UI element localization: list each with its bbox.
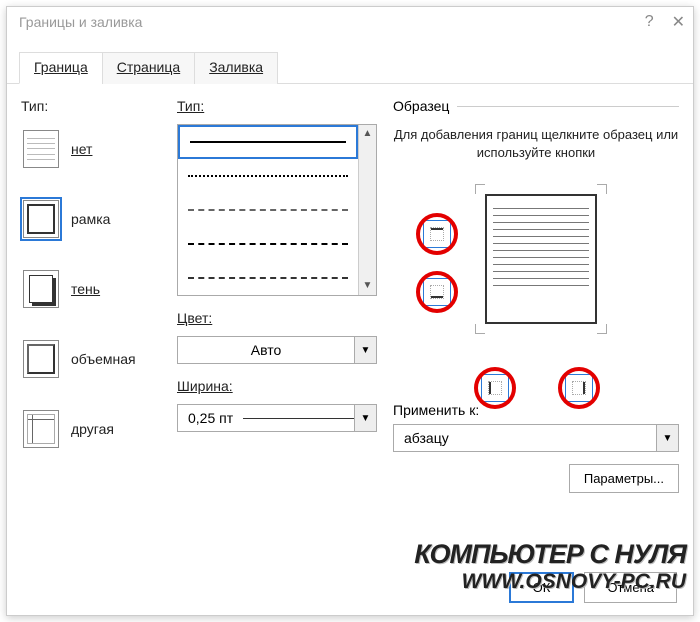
width-value: 0,25 пт [188, 410, 233, 426]
corner-mark [597, 324, 607, 334]
line-style-dashed-large[interactable] [178, 227, 358, 261]
apply-to-label: Применить к: [393, 402, 679, 418]
preset-custom-icon [23, 410, 59, 448]
preset-3d-icon [23, 340, 59, 378]
tab-fill[interactable]: Заливка [194, 52, 278, 84]
border-left-button[interactable] [481, 374, 509, 402]
close-icon[interactable]: ✕ [672, 12, 685, 32]
setting-column: Тип: нет рамка тень [21, 98, 161, 548]
cancel-button[interactable]: Отмена [584, 572, 677, 603]
line-style-dotted[interactable] [178, 159, 358, 193]
width-label: Ширина: [177, 378, 377, 394]
ok-button[interactable]: ОК [509, 572, 575, 603]
preset-3d[interactable]: объемная [21, 334, 161, 390]
style-scrollbar[interactable]: ▲ ▼ [358, 125, 376, 295]
preset-none[interactable]: нет [21, 124, 161, 180]
color-dropdown-icon[interactable]: ▼ [354, 337, 376, 363]
color-combo[interactable]: Авто ▼ [177, 336, 377, 364]
preset-none-label: нет [71, 141, 92, 157]
preset-shadow-icon [23, 270, 59, 308]
divider [457, 106, 679, 107]
border-bottom-button[interactable] [423, 278, 451, 306]
preview-label: Образец [393, 98, 449, 114]
color-value: Авто [178, 337, 354, 363]
style-label: Тип: [177, 98, 377, 114]
tab-border[interactable]: Граница [19, 52, 103, 84]
corner-mark [597, 184, 607, 194]
width-line-preview [243, 418, 354, 419]
line-style-solid[interactable] [178, 125, 358, 159]
border-right-button[interactable] [565, 374, 593, 402]
preset-box[interactable]: рамка [21, 194, 161, 250]
preset-custom[interactable]: другая [21, 404, 161, 460]
tab-strip: Граница Страница Заливка [7, 37, 693, 84]
scroll-down-icon[interactable]: ▼ [361, 279, 375, 293]
scroll-up-icon[interactable]: ▲ [361, 127, 375, 141]
preset-custom-label: другая [71, 421, 114, 437]
width-dropdown-icon[interactable]: ▼ [354, 405, 376, 431]
preset-shadow-label: тень [71, 281, 100, 297]
preview-document[interactable] [485, 194, 597, 324]
options-button[interactable]: Параметры... [569, 464, 679, 493]
apply-to-value: абзацу [394, 425, 656, 451]
color-label: Цвет: [177, 310, 377, 326]
apply-dropdown-icon[interactable]: ▼ [656, 425, 678, 451]
width-combo[interactable]: 0,25 пт ▼ [177, 404, 377, 432]
dialog-window: Границы и заливка ? ✕ Граница Страница З… [6, 6, 694, 616]
preview-hint: Для добавления границ щелкните образец и… [393, 126, 679, 162]
style-column: Тип: ▲ ▼ Цвет: Авто ▼ Ширина: [177, 98, 377, 548]
preview-area [393, 182, 679, 402]
preset-none-icon [23, 130, 59, 168]
line-style-dashdot[interactable] [178, 261, 358, 295]
dialog-footer: ОК Отмена [509, 572, 677, 603]
titlebar: Границы и заливка ? ✕ [7, 7, 693, 37]
border-top-button[interactable] [423, 220, 451, 248]
preset-box-label: рамка [71, 211, 110, 227]
corner-mark [475, 324, 485, 334]
preset-shadow[interactable]: тень [21, 264, 161, 320]
corner-mark [475, 184, 485, 194]
help-icon[interactable]: ? [645, 13, 654, 31]
preset-box-icon [23, 200, 59, 238]
apply-to-combo[interactable]: абзацу ▼ [393, 424, 679, 452]
preview-column: Образец Для добавления границ щелкните о… [393, 98, 679, 548]
preset-3d-label: объемная [71, 351, 136, 367]
line-style-list[interactable]: ▲ ▼ [177, 124, 377, 296]
setting-label: Тип: [21, 98, 161, 114]
line-style-dashed-small[interactable] [178, 193, 358, 227]
tab-page[interactable]: Страница [102, 52, 195, 84]
window-title: Границы и заливка [19, 14, 142, 30]
